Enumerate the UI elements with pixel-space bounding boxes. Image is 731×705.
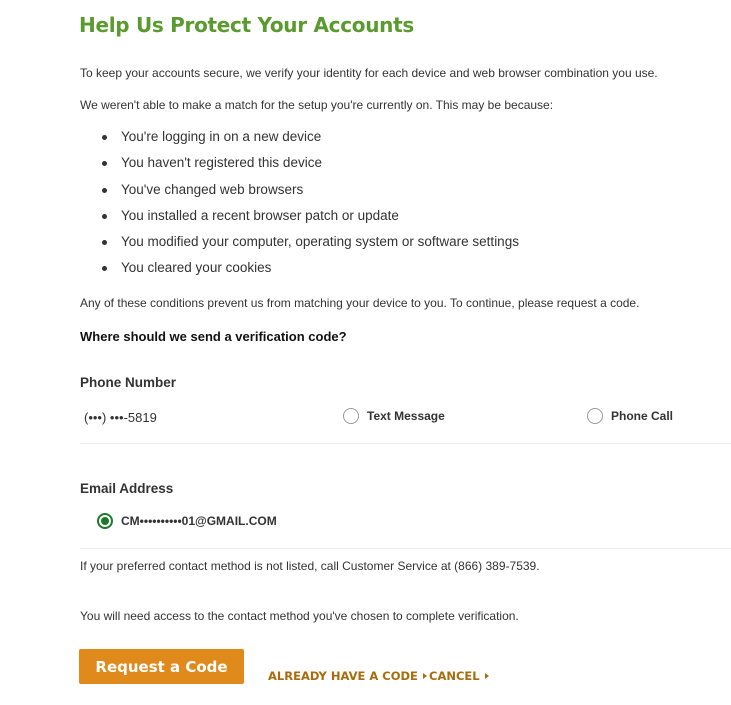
list-item: You haven't registered this device	[80, 154, 519, 180]
access-note: You will need access to the contact meth…	[80, 609, 519, 623]
email-option[interactable]: CM••••••••••01@GMAIL.COM	[97, 513, 277, 529]
masked-phone-number: (•••) •••-5819	[84, 410, 157, 425]
cancel-label: CANCEL	[429, 669, 480, 683]
phone-number-label: Phone Number	[80, 375, 177, 390]
divider	[80, 443, 731, 444]
email-address-label: Email Address	[80, 481, 174, 496]
not-listed-note: If your preferred contact method is not …	[80, 559, 540, 573]
reason-text: You cleared your cookies	[121, 260, 272, 276]
reasons-list: You're logging in on a new device You ha…	[80, 128, 519, 286]
bullet-icon	[102, 187, 107, 193]
already-have-code-label: ALREADY HAVE A CODE	[268, 669, 418, 683]
already-have-code-link[interactable]: ALREADY HAVE A CODE	[268, 669, 427, 683]
reason-text: You haven't registered this device	[121, 155, 322, 171]
list-item: You're logging in on a new device	[80, 128, 519, 154]
conditions-text: Any of these conditions prevent us from …	[80, 296, 640, 310]
divider	[80, 548, 731, 549]
bullet-icon	[102, 240, 107, 246]
bullet-icon	[102, 266, 107, 272]
reason-text: You modified your computer, operating sy…	[121, 234, 519, 250]
list-item: You cleared your cookies	[80, 259, 519, 285]
phone-call-radio[interactable]	[587, 408, 603, 424]
text-message-label: Text Message	[367, 409, 445, 423]
masked-email-address: CM••••••••••01@GMAIL.COM	[121, 514, 277, 528]
intro-text: To keep your accounts secure, we verify …	[80, 66, 658, 80]
text-message-option[interactable]: Text Message	[343, 408, 445, 424]
caret-right-icon	[484, 673, 489, 679]
verification-page: Help Us Protect Your Accounts To keep yo…	[0, 0, 731, 705]
bullet-icon	[102, 135, 107, 140]
email-radio[interactable]	[97, 513, 113, 529]
list-item: You installed a recent browser patch or …	[80, 207, 519, 233]
text-message-radio[interactable]	[343, 408, 359, 424]
caret-right-icon	[422, 673, 427, 679]
list-item: You modified your computer, operating sy…	[80, 233, 519, 259]
reason-text: You've changed web browsers	[121, 181, 304, 197]
cancel-link[interactable]: CANCEL	[429, 669, 489, 683]
reason-text: You installed a recent browser patch or …	[121, 207, 399, 223]
list-item: You've changed web browsers	[80, 181, 519, 207]
page-title: Help Us Protect Your Accounts	[79, 13, 414, 37]
reason-text: You're logging in on a new device	[121, 129, 322, 144]
bullet-icon	[102, 161, 107, 167]
verification-question: Where should we send a verification code…	[80, 329, 347, 344]
request-code-button[interactable]: Request a Code	[79, 649, 244, 684]
phone-call-label: Phone Call	[611, 409, 674, 423]
phone-call-option[interactable]: Phone Call	[587, 408, 673, 424]
mismatch-text: We weren't able to make a match for the …	[80, 98, 554, 112]
bullet-icon	[102, 213, 107, 219]
